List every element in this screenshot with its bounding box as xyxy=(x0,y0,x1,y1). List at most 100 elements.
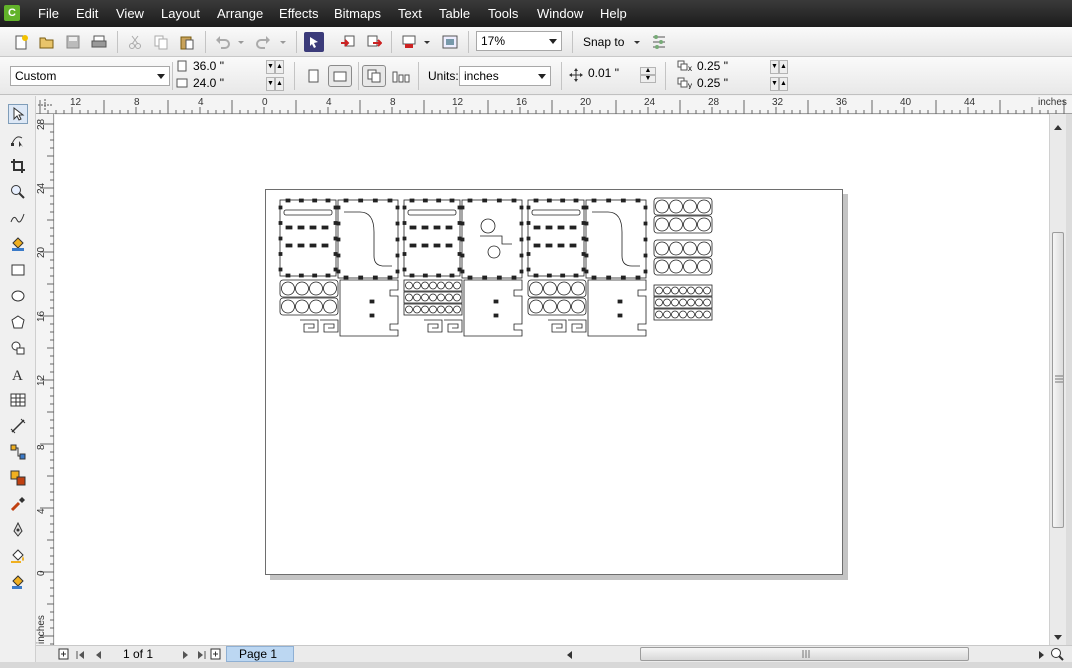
ellipse-tool-icon[interactable] xyxy=(8,286,28,306)
menu-help[interactable]: Help xyxy=(600,6,627,21)
menu-arrange[interactable]: Arrange xyxy=(217,6,263,21)
portrait-icon[interactable] xyxy=(304,66,324,86)
horizontal-scroll-thumb[interactable] xyxy=(640,647,969,661)
drawing-canvas[interactable] xyxy=(55,115,1049,645)
page-height-field[interactable]: 24.0 " xyxy=(190,76,270,92)
search-content-icon[interactable] xyxy=(304,32,324,52)
options-icon[interactable] xyxy=(650,33,668,51)
pick-tool-icon[interactable] xyxy=(8,104,28,124)
snap-to-button[interactable]: Snap to xyxy=(583,35,624,49)
menu-text[interactable]: Text xyxy=(398,6,422,21)
last-page-icon[interactable] xyxy=(196,649,206,659)
vertical-scrollbar[interactable] xyxy=(1049,114,1066,645)
page-height-spinner[interactable]: ▼ ▲ xyxy=(266,77,284,91)
cut-icon[interactable] xyxy=(126,33,144,51)
first-page-icon[interactable] xyxy=(76,649,86,659)
next-page-icon[interactable] xyxy=(180,649,190,659)
connector-tool-icon[interactable] xyxy=(8,442,28,462)
basic-shapes-icon[interactable] xyxy=(8,338,28,358)
units-select[interactable]: inches xyxy=(459,66,551,86)
application-launcher-icon[interactable] xyxy=(400,33,418,51)
menu-bitmaps[interactable]: Bitmaps xyxy=(334,6,381,21)
import-icon[interactable] xyxy=(339,33,357,51)
spin-up-icon[interactable]: ▲ xyxy=(779,60,788,74)
smart-fill-icon[interactable] xyxy=(8,234,28,254)
tab-page-1[interactable]: Page 1 xyxy=(226,646,294,662)
blend-tool-icon[interactable] xyxy=(8,468,28,488)
zoom-levels-select[interactable]: 17% xyxy=(476,31,562,51)
spin-down-icon[interactable]: ▼ xyxy=(770,60,779,74)
spin-down-icon[interactable]: ▼ xyxy=(770,77,779,91)
outline-pen-icon[interactable] xyxy=(8,520,28,540)
page-width-spinner[interactable]: ▼ ▲ xyxy=(266,60,284,74)
zoom-tool-icon[interactable] xyxy=(8,182,28,202)
shape-tool-icon[interactable] xyxy=(8,130,28,150)
scroll-left-icon[interactable] xyxy=(566,649,574,659)
redo-dropdown-icon[interactable] xyxy=(278,33,288,51)
nudge-spinner[interactable]: ▲ ▼ xyxy=(640,67,656,83)
new-document-icon[interactable] xyxy=(12,33,30,51)
current-page-icon[interactable] xyxy=(390,66,412,86)
freehand-tool-icon[interactable] xyxy=(8,208,28,228)
navigator-zoom-icon[interactable] xyxy=(1050,647,1064,661)
fill-tool-icon[interactable] xyxy=(8,546,28,566)
duplicate-x-spinner[interactable]: ▼ ▲ xyxy=(770,60,788,74)
spin-up-icon[interactable]: ▲ xyxy=(640,67,656,75)
scroll-right-icon[interactable] xyxy=(1037,649,1045,659)
table-tool-icon[interactable] xyxy=(8,390,28,410)
dimension-tool-icon[interactable] xyxy=(8,416,28,436)
all-pages-icon[interactable] xyxy=(362,65,386,87)
snap-dropdown-icon[interactable] xyxy=(632,33,642,51)
vertical-ruler[interactable]: 28 24 20 16 12 8 4 0 inches xyxy=(36,114,54,645)
undo-dropdown-icon[interactable] xyxy=(236,33,246,51)
previous-page-icon[interactable] xyxy=(94,649,104,659)
page-size-select[interactable]: Custom xyxy=(10,66,170,86)
scroll-down-icon[interactable] xyxy=(1053,631,1063,641)
ruler-label: 16 xyxy=(516,97,528,108)
menu-table[interactable]: Table xyxy=(439,6,470,21)
landscape-icon[interactable] xyxy=(328,65,352,87)
scroll-up-icon[interactable] xyxy=(1053,120,1063,130)
polygon-tool-icon[interactable] xyxy=(8,312,28,332)
menu-effects[interactable]: Effects xyxy=(279,6,319,21)
spin-up-icon[interactable]: ▲ xyxy=(779,77,788,91)
spin-up-icon[interactable]: ▲ xyxy=(275,77,284,91)
copy-icon[interactable] xyxy=(152,33,170,51)
nudge-distance-field[interactable]: 0.01 " xyxy=(585,66,643,82)
duplicate-y-field[interactable]: 0.25 " xyxy=(694,76,774,92)
toolbar-separator xyxy=(296,31,297,53)
welcome-screen-icon[interactable] xyxy=(441,33,459,51)
add-page-before-icon[interactable] xyxy=(58,648,70,660)
laser-cut-parts-drawing[interactable] xyxy=(266,190,844,576)
menu-layout[interactable]: Layout xyxy=(161,6,200,21)
vertical-scroll-thumb[interactable] xyxy=(1052,232,1064,528)
spin-down-icon[interactable]: ▼ xyxy=(266,77,275,91)
redo-icon[interactable] xyxy=(254,33,272,51)
undo-icon[interactable] xyxy=(214,33,232,51)
menu-edit[interactable]: Edit xyxy=(76,6,98,21)
save-icon[interactable] xyxy=(64,33,82,51)
eyedropper-icon[interactable] xyxy=(8,494,28,514)
export-icon[interactable] xyxy=(365,33,383,51)
menu-tools[interactable]: Tools xyxy=(488,6,518,21)
menu-view[interactable]: View xyxy=(116,6,144,21)
duplicate-x-field[interactable]: 0.25 " xyxy=(694,59,774,75)
crop-tool-icon[interactable] xyxy=(8,156,28,176)
page-width-field[interactable]: 36.0 " xyxy=(190,59,270,75)
menu-window[interactable]: Window xyxy=(537,6,583,21)
menu-file[interactable]: File xyxy=(38,6,59,21)
spin-up-icon[interactable]: ▲ xyxy=(275,60,284,74)
duplicate-y-spinner[interactable]: ▼ ▲ xyxy=(770,77,788,91)
paste-icon[interactable] xyxy=(178,33,196,51)
spin-down-icon[interactable]: ▼ xyxy=(640,75,656,83)
add-page-after-icon[interactable] xyxy=(210,648,222,660)
open-document-icon[interactable] xyxy=(38,33,56,51)
horizontal-ruler[interactable]: 12 8 4 0 4 8 12 16 20 24 28 32 36 40 44 … xyxy=(36,96,1072,114)
text-tool-icon[interactable]: A xyxy=(8,364,28,384)
spin-down-icon[interactable]: ▼ xyxy=(266,60,275,74)
rectangle-tool-icon[interactable] xyxy=(8,260,28,280)
launcher-dropdown-icon[interactable] xyxy=(422,33,432,51)
print-icon[interactable] xyxy=(90,33,108,51)
interactive-fill-icon[interactable] xyxy=(8,572,28,592)
document-page[interactable] xyxy=(265,189,843,575)
